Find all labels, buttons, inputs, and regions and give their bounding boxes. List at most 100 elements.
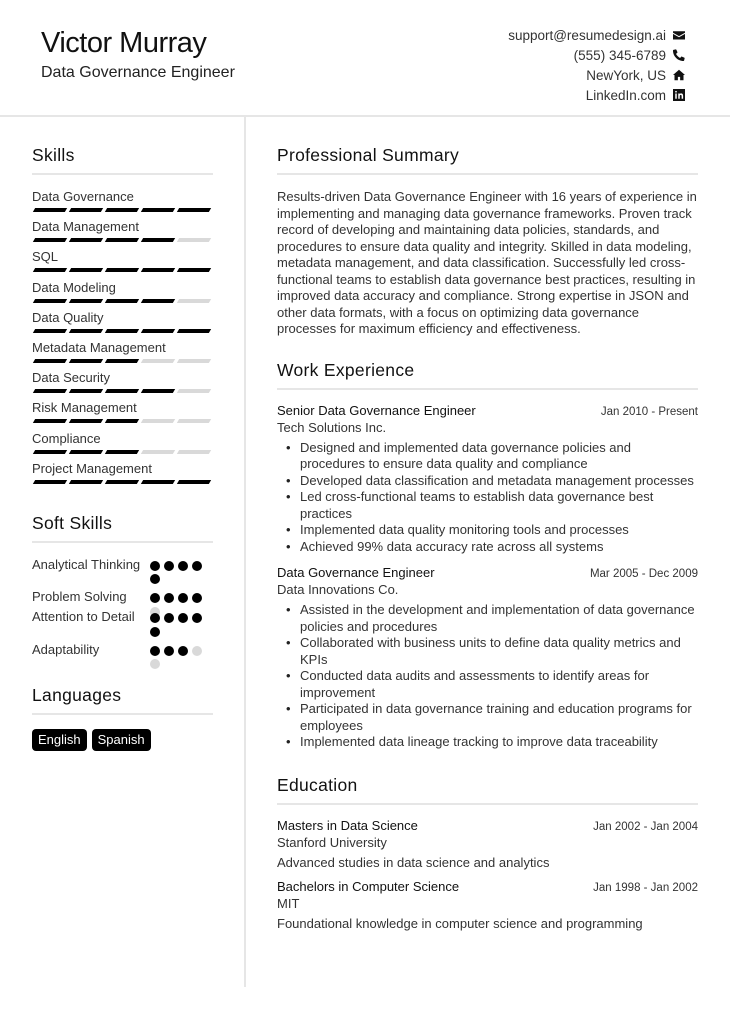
rating-dot-filled: [192, 612, 202, 623]
skill-segment-filled: [68, 449, 104, 454]
skill-segment-filled: [68, 268, 104, 273]
phone-icon: [673, 49, 685, 61]
jobs-list: Senior Data Governance Engineer Jan 2010 …: [277, 403, 698, 751]
soft-skill-rating: [150, 557, 204, 585]
skill-item: Data Security: [32, 370, 213, 400]
skill-level-bar: [32, 358, 213, 363]
skill-segment-filled: [104, 268, 140, 273]
job-entry: Data Governance Engineer Mar 2005 - Dec 2…: [277, 565, 698, 751]
education-dates: Jan 2002 - Jan 2004: [593, 820, 698, 833]
languages-list: English Spanish: [32, 729, 213, 752]
education-degree: Bachelors in Computer Science: [277, 878, 460, 894]
rating-dot-filled: [178, 645, 188, 656]
job-company: Tech Solutions Inc.: [277, 419, 387, 435]
skill-label: Risk Management: [32, 400, 137, 416]
job-bullet: Achieved 99% data accuracy rate across a…: [286, 539, 698, 556]
language-badge: Spanish: [91, 729, 151, 752]
skill-segment-filled: [68, 479, 104, 484]
skill-segment-filled: [140, 238, 176, 243]
rating-dot-filled: [164, 645, 174, 656]
contact-phone-text: (555) 345-6789: [573, 47, 666, 63]
skill-label: Compliance: [32, 430, 101, 446]
skill-segment-filled: [32, 208, 68, 212]
skill-segment-filled: [68, 208, 104, 212]
job-bullet: Designed and implemented data governance…: [286, 440, 698, 473]
skill-segment-filled: [104, 328, 140, 333]
skill-segment-filled: [68, 389, 104, 394]
education-header: Masters in Data Science Jan 2002 - Jan 20…: [277, 818, 698, 833]
skill-segment-empty: [140, 449, 176, 454]
skill-label: Metadata Management: [32, 339, 166, 355]
job-company: Data Innovations Co.: [277, 582, 399, 597]
skill-segment-filled: [104, 389, 140, 394]
skill-segment-empty: [176, 449, 212, 454]
job-dates: Jan 2010 - Present: [600, 405, 698, 418]
contact-linkedin-text: LinkedIn.com: [585, 87, 666, 103]
skill-segment-filled: [32, 268, 68, 273]
job-header: Data Governance Engineer Mar 2005 - Dec 2…: [277, 565, 698, 580]
summary-text: Results-driven Data Governance Engineer …: [277, 189, 697, 336]
skill-segment-filled: [140, 479, 176, 484]
skill-label: Data Management: [32, 219, 139, 235]
skill-segment-filled: [140, 298, 176, 303]
skill-item: Data Governance: [32, 189, 213, 219]
skill-segment-filled: [32, 328, 68, 333]
skill-segment-filled: [104, 449, 140, 454]
skill-label: Project Management: [32, 460, 152, 476]
job-bullet: Led cross-functional teams to establish …: [286, 489, 698, 522]
soft-skill-label: Adaptability: [32, 641, 100, 657]
skill-segment-filled: [176, 208, 212, 212]
education-heading: Education: [277, 775, 698, 805]
soft-skill-item: Analytical Thinking: [32, 557, 213, 585]
skill-label: Data Security: [32, 370, 111, 386]
skill-segment-filled: [176, 328, 212, 333]
skill-segment-empty: [140, 419, 176, 424]
skill-level-bar: [32, 389, 213, 394]
job-bullet: Implemented data lineage tracking to imp…: [286, 734, 698, 751]
soft-skills-heading: Soft Skills: [32, 513, 213, 543]
skill-segment-filled: [68, 358, 104, 363]
skill-segment-filled: [32, 358, 68, 363]
soft-skill-rating: [150, 609, 204, 637]
envelope-icon: [673, 29, 685, 41]
skill-segment-filled: [32, 449, 68, 454]
soft-skill-rating: [150, 642, 204, 670]
skill-segment-filled: [104, 479, 140, 484]
skill-level-bar: [32, 268, 213, 273]
job-bullet: Implemented data quality monitoring tool…: [286, 522, 698, 539]
skill-segment-filled: [32, 389, 68, 394]
skill-segment-empty: [176, 419, 212, 424]
skill-segment-empty: [176, 389, 212, 394]
rating-dot-filled: [164, 612, 174, 623]
rating-dot-filled: [178, 560, 188, 571]
education-school: Stanford University: [277, 834, 387, 850]
contact-phone[interactable]: (555) 345-6789: [508, 45, 685, 65]
skill-item: Project Management: [32, 461, 213, 491]
job-bullets: Assisted in the development and implemen…: [277, 602, 698, 751]
contact-linkedin[interactable]: LinkedIn.com: [508, 85, 685, 105]
linkedin-icon: [673, 89, 685, 101]
rating-dot-filled: [164, 593, 174, 604]
job-bullet: Assisted in the development and implemen…: [286, 602, 698, 635]
languages-heading: Languages: [32, 685, 213, 716]
job-bullet: Collaborated with business units to defi…: [286, 635, 698, 668]
skill-label: Data Modeling: [32, 279, 116, 295]
contact-email[interactable]: support@resumedesign.ai: [508, 25, 685, 45]
left-column: Skills Data Governance Data Management SQL…: [32, 145, 213, 752]
skill-segment-filled: [104, 419, 140, 424]
rating-dot-filled: [164, 560, 174, 571]
rating-dot-filled: [150, 593, 160, 604]
education-entry: Masters in Data Science Jan 2002 - Jan 20…: [277, 818, 698, 870]
skill-item: Data Modeling: [32, 280, 213, 310]
rating-dot-filled: [192, 560, 202, 571]
job-role: Senior Data Governance Engineer: [277, 402, 476, 418]
rating-dot-filled: [150, 612, 160, 623]
skill-label: SQL: [32, 249, 59, 265]
skill-segment-filled: [140, 328, 176, 333]
soft-skills-list: Analytical Thinking Problem Solving Attent…: [32, 557, 213, 670]
skill-segment-filled: [104, 298, 140, 303]
contact-location: NewYork, US: [508, 65, 685, 85]
work-heading: Work Experience: [277, 360, 698, 390]
rating-dot-empty: [192, 645, 202, 656]
education-school: MIT: [277, 895, 300, 911]
